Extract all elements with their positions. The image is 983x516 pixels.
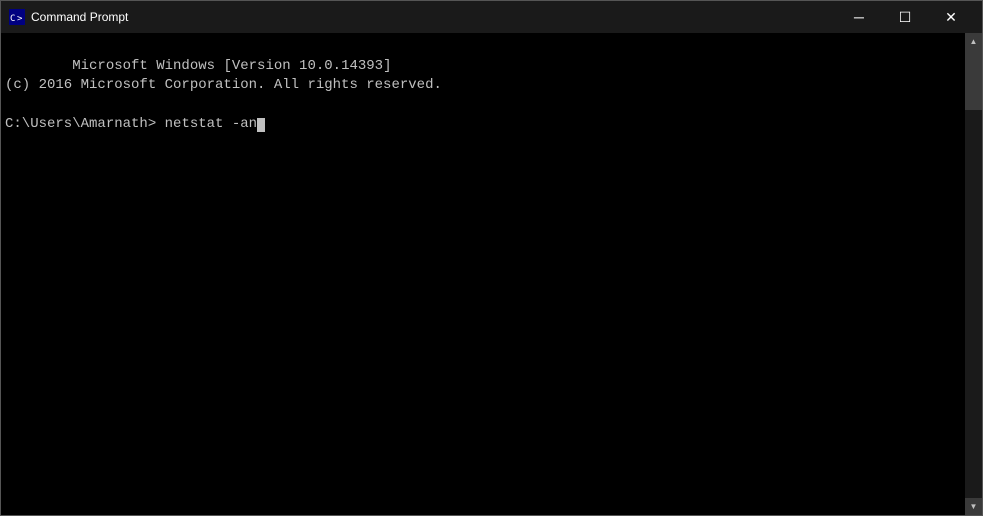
- svg-text:>: >: [17, 14, 23, 24]
- window-controls: ─ ☐ ✕: [836, 1, 974, 33]
- close-button[interactable]: ✕: [928, 1, 974, 33]
- command-text: netstat -an: [165, 116, 257, 132]
- scrollbar-track[interactable]: [965, 50, 982, 498]
- title-bar: C > Command Prompt ─ ☐ ✕: [1, 1, 982, 33]
- minimize-button[interactable]: ─: [836, 1, 882, 33]
- console-output: Microsoft Windows [Version 10.0.14393] (…: [5, 37, 961, 155]
- cmd-window: C > Command Prompt ─ ☐ ✕ Microsoft Windo…: [0, 0, 983, 516]
- cmd-icon: C >: [9, 9, 25, 25]
- scroll-up-button[interactable]: ▲: [965, 33, 982, 50]
- prompt-line: C:\Users\Amarnath> netstat -an: [5, 116, 265, 132]
- prompt: C:\Users\Amarnath>: [5, 116, 156, 132]
- version-line: Microsoft Windows [Version 10.0.14393]: [72, 58, 391, 74]
- copyright-line: (c) 2016 Microsoft Corporation. All righ…: [5, 77, 442, 93]
- maximize-button[interactable]: ☐: [882, 1, 928, 33]
- scrollbar-thumb[interactable]: [965, 50, 982, 110]
- console-content[interactable]: Microsoft Windows [Version 10.0.14393] (…: [1, 33, 965, 515]
- scrollbar[interactable]: ▲ ▼: [965, 33, 982, 515]
- svg-text:C: C: [10, 14, 15, 24]
- scroll-down-button[interactable]: ▼: [965, 498, 982, 515]
- window-title: Command Prompt: [31, 10, 836, 24]
- cursor: [257, 118, 265, 132]
- console-area[interactable]: Microsoft Windows [Version 10.0.14393] (…: [1, 33, 982, 515]
